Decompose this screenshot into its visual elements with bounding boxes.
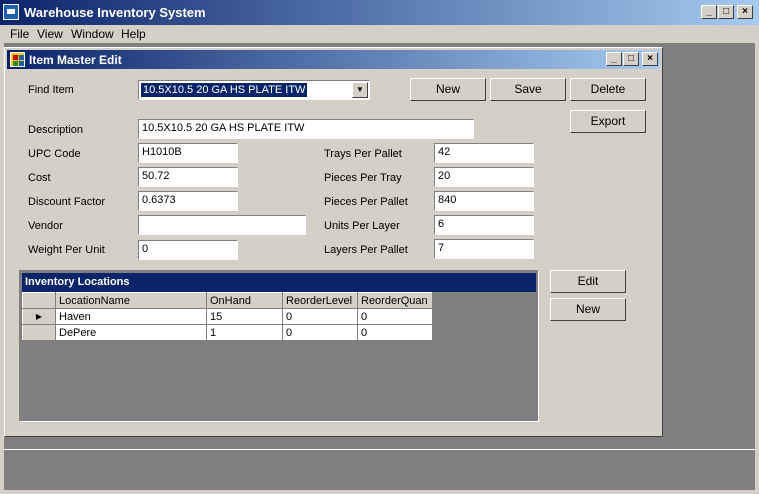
- weight-per-unit-label: Weight Per Unit: [28, 244, 105, 256]
- column-header-onhand[interactable]: OnHand: [206, 292, 283, 309]
- layers-per-pallet-label: Layers Per Pallet: [324, 244, 408, 256]
- column-header-reorderquan[interactable]: ReorderQuan: [357, 292, 433, 309]
- upc-code-field[interactable]: H1010B: [138, 143, 238, 163]
- app-icon: [3, 4, 19, 20]
- minimize-button[interactable]: _: [701, 5, 717, 19]
- child-maximize-button[interactable]: □: [623, 52, 639, 66]
- pieces-per-pallet-label: Pieces Per Pallet: [324, 196, 408, 208]
- chevron-down-icon[interactable]: ▼: [352, 82, 368, 98]
- cell-reorderquan[interactable]: 0: [357, 308, 433, 325]
- discount-factor-label: Discount Factor: [28, 196, 106, 208]
- menu-bar: File View Window Help: [0, 25, 759, 43]
- pieces-per-pallet-field[interactable]: 840: [434, 191, 534, 211]
- grid-new-button[interactable]: New: [550, 298, 626, 321]
- cell-reorderlevel[interactable]: 0: [282, 324, 358, 341]
- vendor-label: Vendor: [28, 220, 63, 232]
- menu-help[interactable]: Help: [121, 27, 146, 41]
- units-per-layer-field[interactable]: 6: [434, 215, 534, 235]
- trays-per-pallet-label: Trays Per Pallet: [324, 148, 402, 160]
- menu-file[interactable]: File: [10, 27, 29, 41]
- item-master-edit-window: Item Master Edit _ □ × Find Item 10.5X10…: [4, 47, 663, 437]
- cell-onhand[interactable]: 15: [206, 308, 283, 325]
- grid-edit-button[interactable]: Edit: [550, 270, 626, 293]
- close-button[interactable]: ×: [737, 5, 753, 19]
- maximize-button[interactable]: □: [718, 5, 734, 19]
- table-row[interactable]: DePere 1 0 0: [22, 324, 433, 341]
- grid-table: LocationName OnHand ReorderLevel Reorder…: [22, 292, 433, 341]
- cell-onhand[interactable]: 1: [206, 324, 283, 341]
- table-row[interactable]: ▶ Haven 15 0 0: [22, 308, 433, 325]
- cell-locationname[interactable]: Haven: [55, 308, 207, 325]
- child-titlebar[interactable]: Item Master Edit _ □ ×: [7, 50, 660, 69]
- layers-per-pallet-field[interactable]: 7: [434, 239, 534, 259]
- vendor-field[interactable]: [138, 215, 306, 235]
- description-field[interactable]: 10.5X10.5 20 GA HS PLATE ITW: [138, 119, 474, 139]
- discount-factor-field[interactable]: 0.6373: [138, 191, 238, 211]
- upc-code-label: UPC Code: [28, 148, 81, 160]
- inventory-locations-grid[interactable]: Inventory Locations LocationName OnHand …: [19, 270, 539, 422]
- app-title: Warehouse Inventory System: [24, 5, 206, 20]
- column-header-reorderlevel[interactable]: ReorderLevel: [282, 292, 358, 309]
- menu-window[interactable]: Window: [71, 27, 114, 41]
- child-close-button[interactable]: ×: [642, 52, 658, 66]
- child-title: Item Master Edit: [29, 53, 122, 67]
- form-icon: [10, 52, 25, 67]
- cost-label: Cost: [28, 172, 51, 184]
- units-per-layer-label: Units Per Layer: [324, 220, 400, 232]
- find-item-label: Find Item: [28, 84, 74, 96]
- mdi-bottom-area: [4, 449, 755, 490]
- app-window: Warehouse Inventory System _ □ × File Vi…: [0, 0, 759, 494]
- mdi-client-area-right: [667, 43, 755, 449]
- cell-reorderlevel[interactable]: 0: [282, 308, 358, 325]
- row-header[interactable]: [22, 324, 56, 341]
- new-button[interactable]: New: [410, 78, 486, 101]
- cell-reorderquan[interactable]: 0: [357, 324, 433, 341]
- find-item-selected-value: 10.5X10.5 20 GA HS PLATE ITW: [141, 83, 308, 97]
- menu-view[interactable]: View: [37, 27, 63, 41]
- cell-locationname[interactable]: DePere: [55, 324, 207, 341]
- find-item-combo[interactable]: 10.5X10.5 20 GA HS PLATE ITW ▼: [138, 80, 370, 100]
- column-header-locationname[interactable]: LocationName: [55, 292, 207, 309]
- pieces-per-tray-field[interactable]: 20: [434, 167, 534, 187]
- child-minimize-button[interactable]: _: [606, 52, 622, 66]
- save-button[interactable]: Save: [490, 78, 566, 101]
- export-button[interactable]: Export: [570, 110, 646, 133]
- current-row-arrow-icon[interactable]: ▶: [22, 308, 56, 325]
- cost-field[interactable]: 50.72: [138, 167, 238, 187]
- grid-header-row: LocationName OnHand ReorderLevel Reorder…: [22, 292, 433, 309]
- app-titlebar[interactable]: Warehouse Inventory System _ □ ×: [0, 0, 759, 25]
- trays-per-pallet-field[interactable]: 42: [434, 143, 534, 163]
- description-label: Description: [28, 124, 84, 136]
- delete-button[interactable]: Delete: [570, 78, 646, 101]
- grid-caption: Inventory Locations: [22, 273, 536, 292]
- pieces-per-tray-label: Pieces Per Tray: [324, 172, 402, 184]
- weight-per-unit-field[interactable]: 0: [138, 240, 238, 260]
- row-header-corner: [22, 292, 56, 309]
